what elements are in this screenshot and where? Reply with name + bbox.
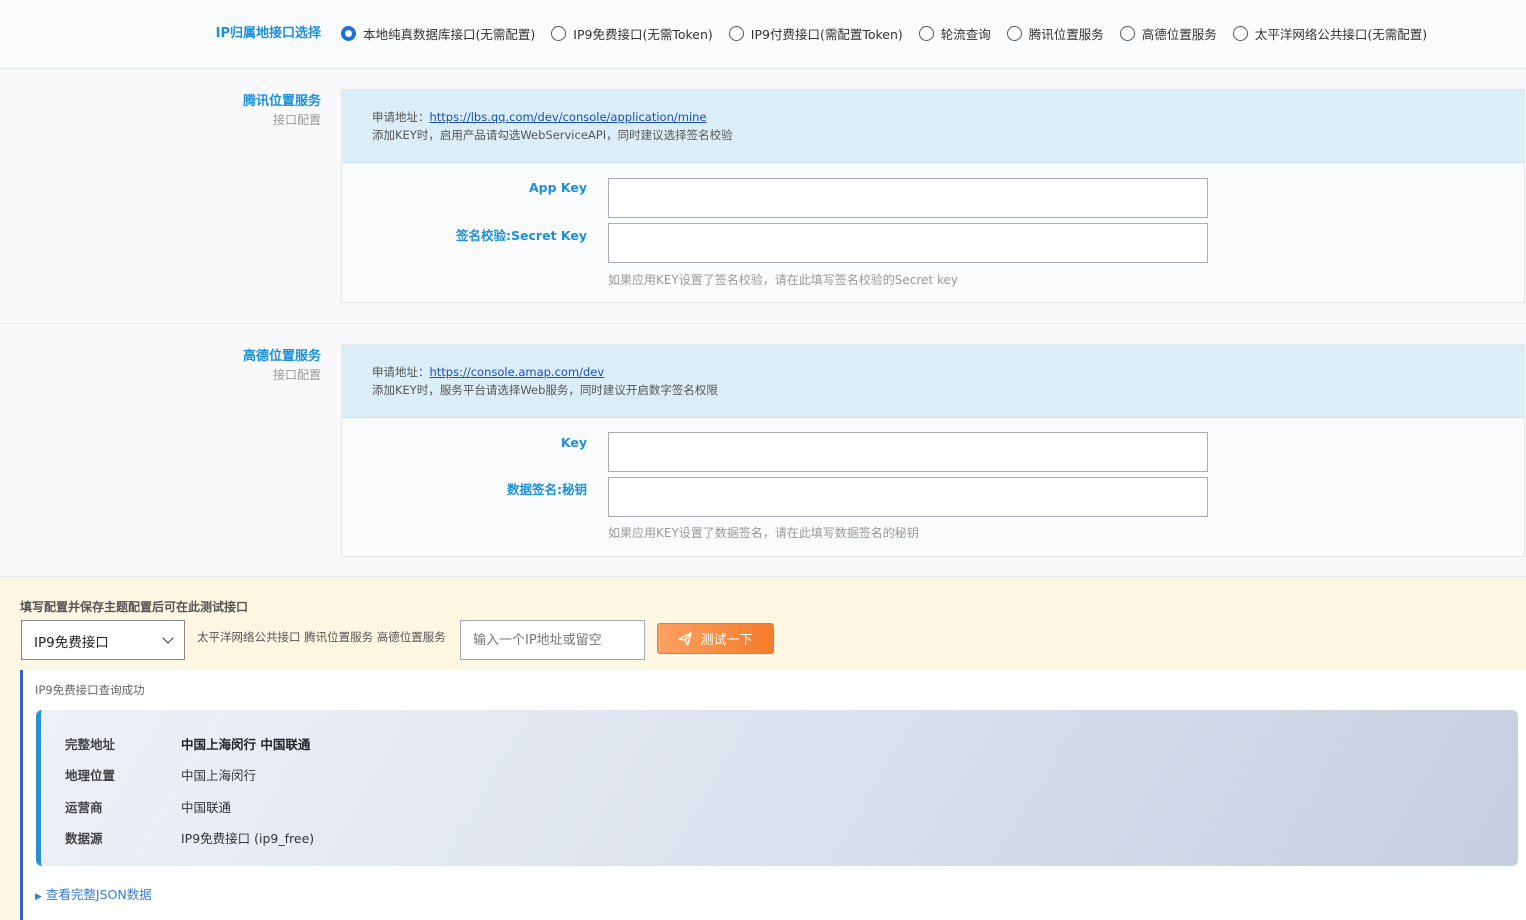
tencent-appkey-input[interactable]: [608, 178, 1208, 218]
radio-ip9-free[interactable]: IP9免费接口(无需Token): [551, 24, 713, 43]
result-value: 中国联通: [181, 800, 232, 815]
radio-unchecked-icon[interactable]: [1006, 26, 1022, 41]
send-icon: [678, 631, 693, 646]
radio-label: 高德位置服务: [1141, 27, 1217, 42]
interface-select-row: IP归属地接口选择 本地纯真数据库接口(无需配置) IP9免费接口(无需Toke…: [0, 0, 1526, 69]
test-title: 填写配置并保存主题配置后可在此测试接口: [20, 600, 249, 614]
tencent-secret-input[interactable]: [608, 223, 1208, 263]
interface-select-label: IP归属地接口选择: [215, 26, 321, 41]
result-row: 完整地址 中国上海闵行 中国联通: [65, 734, 310, 753]
test-button[interactable]: 测试一下: [657, 623, 774, 654]
result-card: 完整地址 中国上海闵行 中国联通 地理位置 中国上海闵行 运营商 中国联通 数据源 IP…: [36, 710, 1518, 866]
radio-label: IP9免费接口(无需Token): [573, 27, 713, 42]
amap-hint: 如果应用KEY设置了数据签名，请在此填写数据签名的秘钥: [608, 526, 919, 540]
tencent-subtitle: 接口配置: [272, 113, 321, 127]
interface-select-value: IP9免费接口: [34, 635, 109, 651]
test-button-label: 测试一下: [700, 633, 753, 648]
amap-secret-label: 数据签名:秘钥: [507, 482, 587, 497]
result-value: 中国上海闵行: [181, 768, 257, 783]
triangle-right-icon: ▶: [35, 892, 42, 902]
result-key: 运营商: [65, 800, 103, 815]
chevron-down-icon: [162, 632, 174, 644]
amap-config-box: 申请地址：https://console.amap.com/dev 添加KEY时…: [341, 344, 1525, 557]
result-key: 数据源: [65, 831, 103, 846]
radio-local-db[interactable]: 本地纯真数据库接口(无需配置): [341, 24, 535, 43]
result-row: 地理位置 中国上海闵行: [65, 765, 256, 784]
radio-unchecked-icon[interactable]: [728, 26, 744, 41]
tencent-note: 添加KEY时，启用产品请勾选WebServiceAPI，同时建议选择签名校验: [372, 128, 733, 142]
tencent-secret-label: 签名校验:Secret Key: [456, 228, 587, 243]
interface-select[interactable]: IP9免费接口: [21, 620, 185, 660]
radio-tencent[interactable]: 腾讯位置服务: [1006, 24, 1104, 43]
radio-unchecked-icon[interactable]: [551, 26, 567, 41]
tencent-apply-link[interactable]: https://lbs.qq.com/dev/console/applicati…: [430, 110, 707, 124]
radio-label: 太平洋网络公共接口(无需配置): [1254, 27, 1428, 42]
radio-label: 本地纯真数据库接口(无需配置): [363, 27, 536, 42]
radio-label: 轮流查询: [940, 27, 991, 42]
ip-input[interactable]: [460, 620, 645, 660]
radio-amap[interactable]: 高德位置服务: [1119, 24, 1217, 43]
tencent-config-box: 申请地址：https://lbs.qq.com/dev/console/appl…: [341, 89, 1525, 303]
amap-apply-link[interactable]: https://console.amap.com/dev: [430, 365, 605, 379]
result-status: IP9免费接口查询成功: [35, 683, 145, 697]
test-providers-text: 太平洋网络公共接口 腾讯位置服务 高德位置服务: [197, 630, 446, 644]
amap-subtitle: 接口配置: [272, 368, 321, 382]
result-key: 完整地址: [65, 737, 116, 752]
apply-prefix: 申请地址：: [372, 365, 430, 379]
amap-secret-input[interactable]: [608, 477, 1208, 517]
radio-pconline[interactable]: 太平洋网络公共接口(无需配置): [1232, 24, 1428, 43]
amap-key-input[interactable]: [608, 432, 1208, 472]
radio-checked-icon[interactable]: [341, 26, 356, 41]
amap-title: 高德位置服务: [242, 349, 321, 364]
radio-label: 腾讯位置服务: [1028, 27, 1104, 42]
radio-ip9-paid[interactable]: IP9付费接口(需配置Token): [728, 24, 903, 43]
tencent-appkey-label: App Key: [528, 180, 587, 195]
result-panel: IP9免费接口查询成功 完整地址 中国上海闵行 中国联通 地理位置 中国上海闵行 运…: [20, 670, 1526, 920]
radio-unchecked-icon[interactable]: [1232, 26, 1248, 41]
tencent-section: 腾讯位置服务 接口配置 申请地址：https://lbs.qq.com/dev/…: [0, 69, 1526, 324]
radio-round-robin[interactable]: 轮流查询: [918, 24, 991, 43]
tencent-info-banner: 申请地址：https://lbs.qq.com/dev/console/appl…: [342, 90, 1524, 163]
tencent-hint: 如果应用KEY设置了签名校验，请在此填写签名校验的Secret key: [608, 273, 958, 287]
amap-info-banner: 申请地址：https://console.amap.com/dev 添加KEY时…: [342, 345, 1524, 418]
result-value: IP9免费接口 (ip9_free): [181, 831, 315, 846]
result-key: 地理位置: [65, 768, 116, 783]
interface-radio-group: 本地纯真数据库接口(无需配置) IP9免费接口(无需Token) IP9付费接口…: [341, 24, 1443, 43]
apply-prefix: 申请地址：: [372, 110, 430, 124]
json-toggle[interactable]: ▶ 查看完整JSON数据: [35, 884, 152, 903]
result-value: 中国上海闵行 中国联通: [181, 737, 311, 752]
amap-note: 添加KEY时，服务平台请选择Web服务，同时建议开启数字签名权限: [372, 383, 718, 397]
amap-key-label: Key: [560, 435, 587, 450]
result-row: 运营商 中国联通: [65, 797, 231, 816]
radio-unchecked-icon[interactable]: [1119, 26, 1135, 41]
result-row: 数据源 IP9免费接口 (ip9_free): [65, 828, 314, 847]
json-toggle-label: 查看完整JSON数据: [45, 887, 152, 902]
amap-section: 高德位置服务 接口配置 申请地址：https://console.amap.co…: [0, 324, 1526, 577]
radio-unchecked-icon[interactable]: [918, 26, 934, 41]
radio-label: IP9付费接口(需配置Token): [750, 27, 903, 42]
tencent-title: 腾讯位置服务: [242, 94, 321, 109]
